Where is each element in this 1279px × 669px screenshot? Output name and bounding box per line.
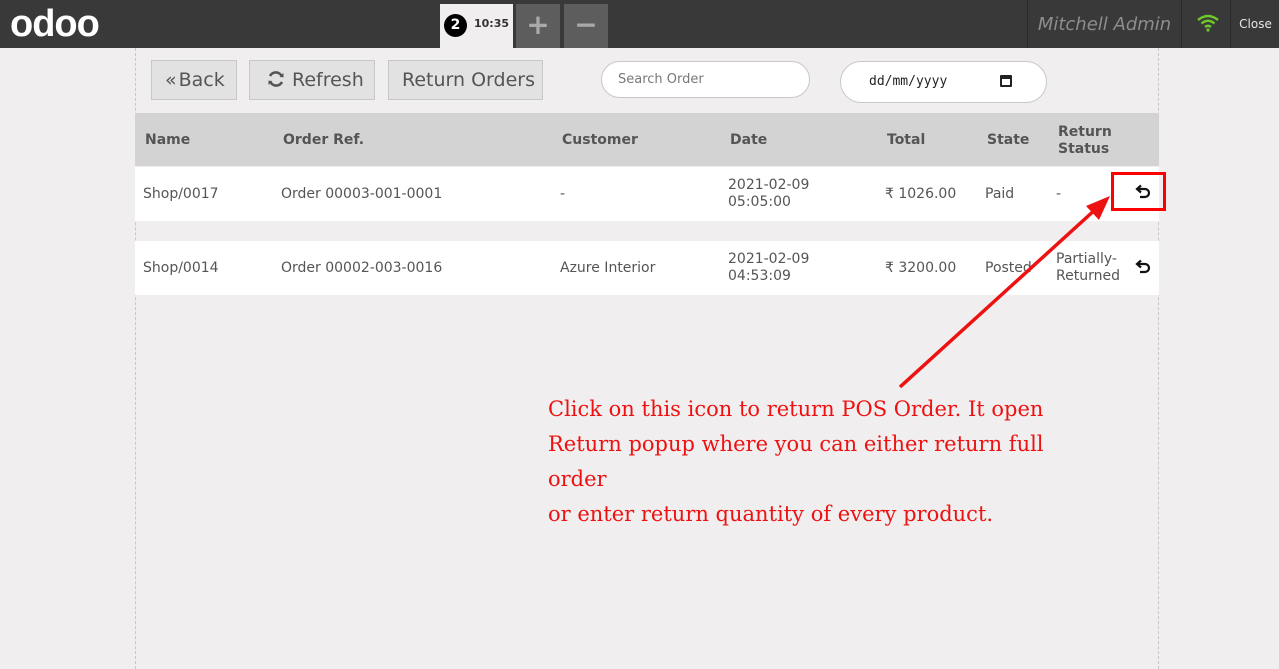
annotation-text: Click on this icon to return POS Order. … (548, 392, 1068, 532)
annotation-line: Return popup where you can either return… (548, 432, 1044, 491)
annotation-line: Click on this icon to return POS Order. … (548, 397, 1044, 421)
annotation-arrow (898, 196, 1110, 389)
annotation-line: or enter return quantity of every produc… (548, 502, 994, 526)
